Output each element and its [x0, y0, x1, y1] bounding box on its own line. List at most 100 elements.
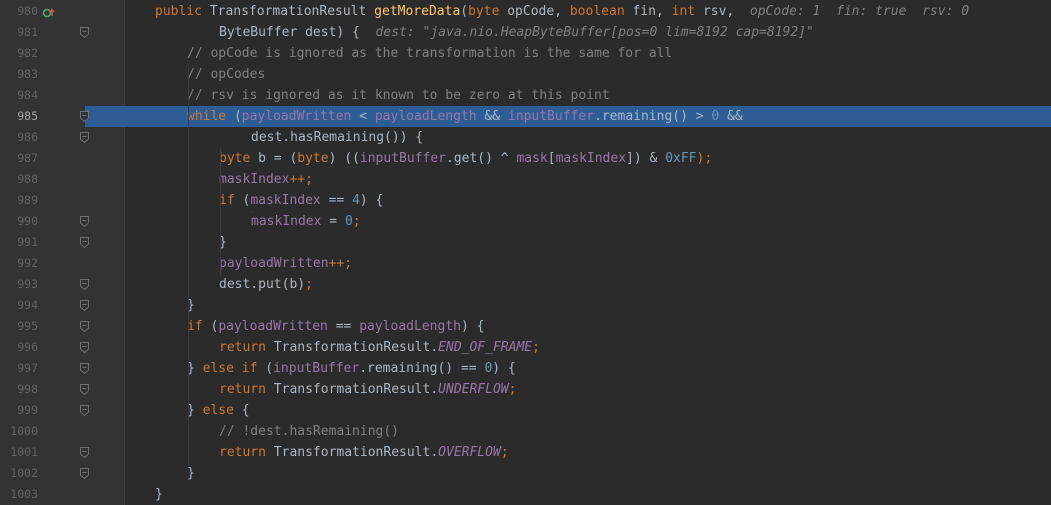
fold-marker-icon[interactable] [80, 132, 89, 143]
line-number[interactable]: 981 [0, 22, 38, 43]
code-token: dest.hasRemaining()) { [251, 130, 424, 145]
code-token: OVERFLOW [438, 445, 501, 460]
override-method-icon[interactable] [42, 5, 55, 18]
code-line[interactable]: 999 } else { [0, 400, 1051, 421]
code-text[interactable]: return TransformationResult.UNDERFLOW; [219, 379, 516, 400]
line-number[interactable]: 1003 [0, 484, 38, 505]
line-number[interactable]: 988 [0, 169, 38, 190]
fold-marker-icon[interactable] [80, 342, 89, 353]
code-text[interactable]: // rsv is ignored as it known to be zero… [187, 85, 610, 106]
code-line[interactable]: 984 // rsv is ignored as it known to be z… [0, 85, 1051, 106]
code-line[interactable]: 988 maskIndex++; [0, 169, 1051, 190]
code-editor[interactable]: 980 public TransformationResult getMoreDa… [0, 0, 1051, 505]
code-line[interactable]: 1002} [0, 463, 1051, 484]
code-line[interactable]: 980 public TransformationResult getMoreDa… [0, 1, 1051, 22]
line-number[interactable]: 997 [0, 358, 38, 379]
line-number[interactable]: 1001 [0, 442, 38, 463]
code-text[interactable]: payloadWritten++; [219, 253, 352, 274]
fold-marker-icon[interactable] [80, 237, 89, 248]
code-line[interactable]: 989 if (maskIndex == 4) { [0, 190, 1051, 211]
code-line[interactable]: 981 ByteBuffer dest) { dest: "java.nio.He… [0, 22, 1051, 43]
fold-marker-icon[interactable] [80, 300, 89, 311]
code-line[interactable]: 987 byte b = (byte) ((inputBuffer.get() ^… [0, 148, 1051, 169]
line-number[interactable]: 984 [0, 85, 38, 106]
fold-marker-icon[interactable] [80, 27, 89, 38]
code-text[interactable]: } else { [187, 400, 250, 421]
line-number[interactable]: 995 [0, 316, 38, 337]
code-line[interactable]: 993 dest.put(b); [0, 274, 1051, 295]
code-token: ) { [359, 193, 384, 208]
line-number[interactable]: 983 [0, 64, 38, 85]
code-text[interactable]: // opCodes [187, 64, 265, 85]
fold-marker-icon[interactable] [80, 111, 89, 122]
line-number[interactable]: 1000 [0, 421, 38, 442]
code-line[interactable]: 995 if (payloadWritten == payloadLength) … [0, 316, 1051, 337]
code-line[interactable]: 1001 return TransformationResult.OVERFLOW… [0, 442, 1051, 463]
line-number[interactable]: 992 [0, 253, 38, 274]
code-text[interactable]: } [155, 484, 163, 505]
code-line[interactable]: 1000 // !dest.hasRemaining() [0, 421, 1051, 442]
fold-marker-icon[interactable] [80, 405, 89, 416]
code-token: ]) & [626, 151, 666, 166]
code-text[interactable]: maskIndex = 0; [251, 211, 361, 232]
code-token: == [327, 319, 360, 334]
code-token: // rsv is ignored as it known to be zero… [187, 88, 610, 103]
code-text[interactable]: if (payloadWritten == payloadLength) { [187, 316, 484, 337]
line-number[interactable]: 996 [0, 337, 38, 358]
code-line[interactable]: 997 } else if (inputBuffer.remaining() ==… [0, 358, 1051, 379]
code-line[interactable]: 990 maskIndex = 0; [0, 211, 1051, 232]
code-text[interactable]: while (payloadWritten < payloadLength &&… [187, 106, 743, 127]
fold-marker-icon[interactable] [80, 216, 89, 227]
code-line[interactable]: 1003} [0, 484, 1051, 505]
code-token: if [187, 319, 211, 334]
fold-marker-icon[interactable] [80, 384, 89, 395]
code-line[interactable]: 996 return TransformationResult.END_OF_FR… [0, 337, 1051, 358]
code-token: return [219, 382, 274, 397]
code-token: ; [500, 445, 509, 460]
fold-marker-icon[interactable] [80, 447, 89, 458]
code-line[interactable]: 994} [0, 295, 1051, 316]
code-text[interactable]: public TransformationResult getMoreData(… [155, 1, 969, 22]
line-number[interactable]: 980 [0, 1, 38, 22]
code-line[interactable]: 992 payloadWritten++; [0, 253, 1051, 274]
code-text[interactable]: dest.hasRemaining()) { [251, 127, 423, 148]
code-line[interactable]: 998 return TransformationResult.UNDERFLOW… [0, 379, 1051, 400]
line-number[interactable]: 993 [0, 274, 38, 295]
line-number[interactable]: 982 [0, 43, 38, 64]
line-number[interactable]: 994 [0, 295, 38, 316]
line-number[interactable]: 985 [0, 106, 38, 127]
code-token: 0 [344, 214, 353, 229]
line-number[interactable]: 999 [0, 400, 38, 421]
code-line[interactable]: 991} [0, 232, 1051, 253]
line-number[interactable]: 1002 [0, 463, 38, 484]
code-text[interactable]: } else if (inputBuffer.remaining() == 0)… [187, 358, 516, 379]
code-token: payloadLength [359, 319, 461, 334]
line-number[interactable]: 989 [0, 190, 38, 211]
code-text[interactable]: } [187, 463, 195, 484]
code-text[interactable]: maskIndex++; [219, 169, 313, 190]
line-number[interactable]: 991 [0, 232, 38, 253]
code-text[interactable]: if (maskIndex == 4) { [219, 190, 383, 211]
code-text[interactable]: // opCode is ignored as the transformati… [187, 43, 672, 64]
fold-marker-icon[interactable] [80, 363, 89, 374]
code-line-current[interactable]: 985 while (payloadWritten < payloadLength… [0, 106, 1051, 127]
code-text[interactable]: byte b = (byte) ((inputBuffer.get() ^ ma… [219, 148, 712, 169]
code-line[interactable]: 983 // opCodes [0, 64, 1051, 85]
code-text[interactable]: ByteBuffer dest) { dest: "java.nio.HeapB… [219, 22, 814, 43]
code-token: 4 [352, 193, 360, 208]
code-text[interactable]: dest.put(b); [219, 274, 313, 295]
code-text[interactable]: // !dest.hasRemaining() [219, 421, 399, 442]
fold-marker-icon[interactable] [80, 321, 89, 332]
line-number[interactable]: 990 [0, 211, 38, 232]
line-number[interactable]: 998 [0, 379, 38, 400]
code-text[interactable]: return TransformationResult.END_OF_FRAME… [219, 337, 540, 358]
code-token: [ [547, 151, 556, 166]
code-token: byte [468, 4, 508, 19]
code-line[interactable]: 986 dest.hasRemaining()) { [0, 127, 1051, 148]
fold-marker-icon[interactable] [80, 279, 89, 290]
code-text[interactable]: return TransformationResult.OVERFLOW; [219, 442, 509, 463]
line-number[interactable]: 987 [0, 148, 38, 169]
fold-marker-icon[interactable] [80, 468, 89, 479]
code-line[interactable]: 982 // opCode is ignored as the transform… [0, 43, 1051, 64]
line-number[interactable]: 986 [0, 127, 38, 148]
